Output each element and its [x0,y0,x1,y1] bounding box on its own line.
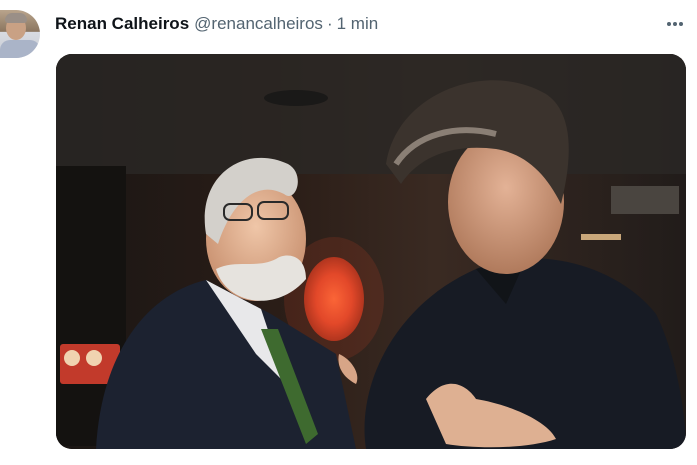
author-handle[interactable]: @renancalheiros [194,14,323,34]
more-horizontal-icon[interactable] [663,14,687,34]
tweet: Renan Calheiros @renancalheiros · 1 min [0,0,697,465]
separator-dot: · [326,14,333,33]
author-name[interactable]: Renan Calheiros [55,14,189,34]
tweet-header: Renan Calheiros @renancalheiros · 1 min [55,12,378,36]
avatar-hair [5,13,27,23]
avatar-shirt [0,40,40,58]
photo-illustration [56,54,686,449]
timestamp[interactable]: 1 min [337,14,379,34]
avatar[interactable] [0,10,40,58]
tweet-photo[interactable] [56,54,686,449]
